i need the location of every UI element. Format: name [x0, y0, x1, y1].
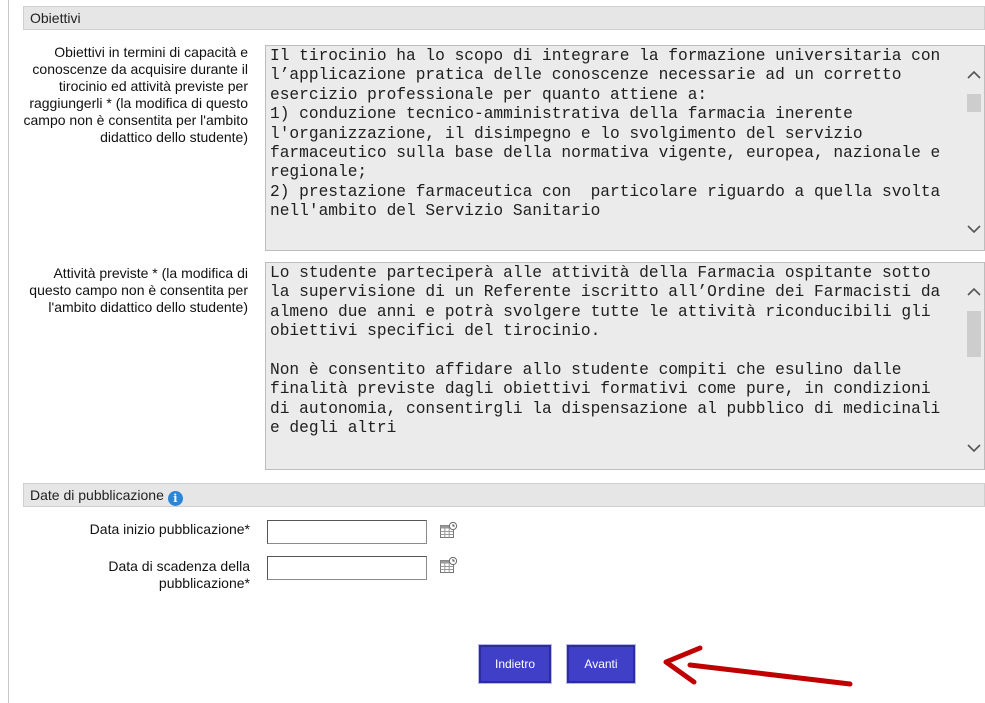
- section-header-date: Date di pubblicazione i: [23, 483, 985, 507]
- attivita-textarea[interactable]: Lo studente parteciperà alle attività de…: [265, 262, 985, 470]
- calendar-icon[interactable]: [440, 557, 458, 574]
- data-scadenza-label: Data di scadenza della pubblicazione*: [108, 558, 250, 591]
- obiettivi-textarea[interactable]: Il tirocinio ha lo scopo di integrare la…: [265, 45, 985, 251]
- red-arrow: [663, 645, 853, 687]
- scroll-down-icon[interactable]: [966, 222, 982, 236]
- obiettivi-text: Il tirocinio ha lo scopo di integrare la…: [270, 47, 941, 221]
- scroll-thumb[interactable]: [967, 311, 981, 357]
- calendar-icon[interactable]: [440, 522, 458, 539]
- scroll-thumb[interactable]: [967, 94, 981, 112]
- scroll-up-icon[interactable]: [966, 285, 982, 299]
- section-header-obiettivi: Obiettivi: [23, 6, 985, 30]
- obiettivi-scrollbar[interactable]: [964, 46, 984, 250]
- scroll-down-icon[interactable]: [966, 441, 982, 455]
- back-button[interactable]: Indietro: [478, 644, 552, 684]
- attivita-label: Attività previste * (la modifica di ques…: [29, 265, 248, 315]
- section-title: Date di pubblicazione: [30, 487, 164, 503]
- section-title: Obiettivi: [30, 10, 81, 26]
- obiettivi-label: Obiettivi in termini di capacità e conos…: [23, 44, 248, 145]
- next-button[interactable]: Avanti: [566, 644, 636, 684]
- data-inizio-input[interactable]: [267, 520, 427, 544]
- info-icon[interactable]: i: [167, 491, 183, 506]
- left-border: [8, 0, 9, 703]
- attivita-scrollbar[interactable]: [964, 263, 984, 469]
- scroll-up-icon[interactable]: [966, 68, 982, 82]
- data-inizio-label: Data inizio pubblicazione*: [89, 521, 250, 537]
- attivita-text: Lo studente parteciperà alle attività de…: [270, 264, 941, 438]
- data-scadenza-input[interactable]: [267, 556, 427, 580]
